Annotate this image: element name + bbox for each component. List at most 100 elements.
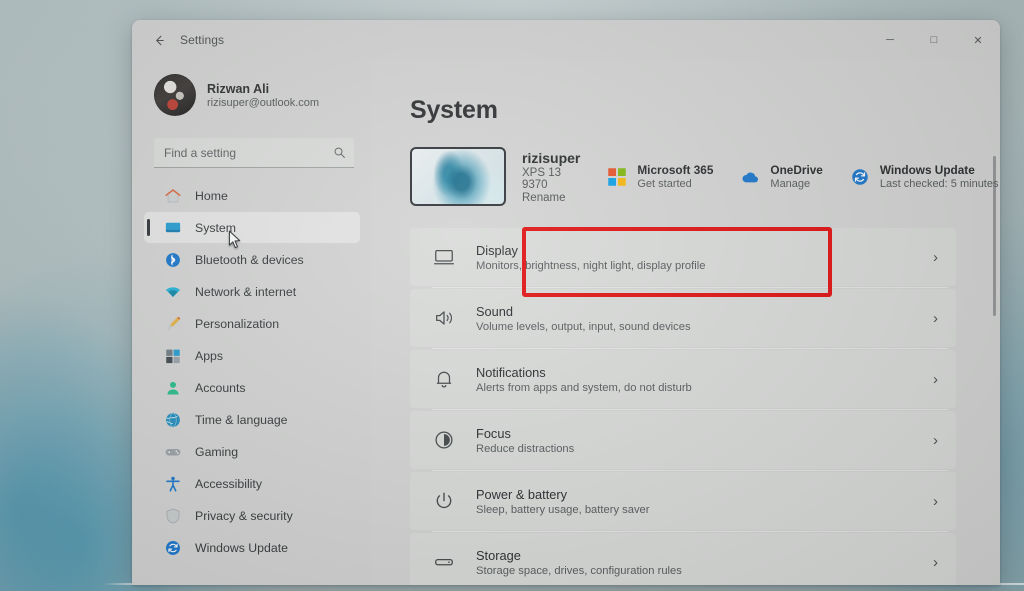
search-container bbox=[132, 122, 370, 168]
sidebar-item-label: Time & language bbox=[195, 412, 288, 427]
setting-row-text: Focus Reduce distractions bbox=[476, 426, 574, 455]
quick-link-text: Windows Update Last checked: 5 minutes a… bbox=[880, 163, 1000, 190]
account-name: Rizwan Ali bbox=[207, 81, 270, 96]
sidebar-item-label: Apps bbox=[195, 348, 224, 363]
setting-row-title: Display bbox=[476, 242, 518, 258]
setting-row-subtitle: Alerts from apps and system, do not dist… bbox=[476, 381, 692, 394]
quick-link-onedrive[interactable]: OneDrive Manage bbox=[739, 163, 823, 190]
sidebar: Rizwan Ali rizisuper@outlook.com Find a … bbox=[132, 60, 370, 585]
globe-icon bbox=[164, 411, 182, 429]
windows-update-icon bbox=[849, 166, 871, 188]
storage-icon bbox=[432, 550, 456, 574]
settings-window: Settings ─ □ ✕ Rizwan Ali rizisuper@outl… bbox=[132, 20, 1000, 585]
display-icon bbox=[432, 245, 456, 269]
home-icon bbox=[164, 187, 182, 205]
sidebar-item-label: System bbox=[195, 220, 236, 235]
sidebar-item-label: Privacy & security bbox=[195, 508, 293, 523]
paintbrush-icon bbox=[164, 315, 182, 333]
chevron-right-icon: › bbox=[933, 492, 938, 510]
setting-row-text: Display Monitors, brightness, night ligh… bbox=[476, 243, 705, 272]
power-icon bbox=[432, 489, 456, 513]
setting-row-title: Storage bbox=[476, 547, 521, 563]
quick-link-windows-update[interactable]: Windows Update Last checked: 5 minutes a… bbox=[849, 163, 1000, 190]
bell-icon bbox=[432, 367, 456, 391]
window-title: Settings bbox=[180, 33, 225, 47]
chevron-right-icon: › bbox=[933, 309, 938, 327]
avatar bbox=[154, 74, 196, 116]
maximize-button[interactable]: □ bbox=[912, 20, 956, 60]
chevron-right-icon: › bbox=[933, 431, 938, 449]
sidebar-item-bluetooth-devices[interactable]: Bluetooth & devices bbox=[144, 244, 360, 275]
quick-link-title: Microsoft 365 bbox=[637, 163, 714, 177]
content-pane: System rizisuper XPS 13 9370 Rename Micr… bbox=[370, 60, 1000, 585]
sidebar-item-label: Home bbox=[195, 188, 228, 203]
quick-link-text: Microsoft 365 Get started bbox=[637, 163, 713, 190]
bluetooth-icon bbox=[164, 251, 182, 269]
sidebar-item-label: Gaming bbox=[195, 444, 239, 459]
setting-row-subtitle: Sleep, battery usage, battery saver bbox=[476, 503, 650, 516]
setting-row-text: Power & battery Sleep, battery usage, ba… bbox=[476, 487, 650, 516]
window-controls: ─ □ ✕ bbox=[868, 20, 1000, 60]
sidebar-item-time-language[interactable]: Time & language bbox=[144, 404, 360, 435]
sidebar-item-personalization[interactable]: Personalization bbox=[144, 308, 360, 339]
setting-row-title: Power & battery bbox=[476, 486, 568, 502]
setting-row-subtitle: Volume levels, output, input, sound devi… bbox=[476, 320, 691, 333]
chevron-right-icon: › bbox=[933, 370, 938, 388]
setting-row-storage[interactable]: Storage Storage space, drives, configura… bbox=[410, 533, 956, 585]
accessibility-icon bbox=[164, 475, 182, 493]
search-icon bbox=[333, 146, 346, 159]
search-box[interactable] bbox=[154, 138, 354, 168]
sound-icon bbox=[432, 306, 456, 330]
sidebar-item-apps[interactable]: Apps bbox=[144, 340, 360, 371]
window-body: Rizwan Ali rizisuper@outlook.com Find a … bbox=[132, 60, 1000, 585]
close-button[interactable]: ✕ bbox=[956, 20, 1000, 60]
setting-row-title: Notifications bbox=[476, 364, 546, 380]
microsoft-365-icon bbox=[606, 166, 628, 188]
device-name: rizisuper bbox=[522, 149, 581, 166]
quick-link-text: OneDrive Manage bbox=[770, 163, 822, 190]
sidebar-item-accessibility[interactable]: Accessibility bbox=[144, 468, 360, 499]
back-arrow-icon[interactable] bbox=[144, 27, 174, 53]
sidebar-item-system[interactable]: System bbox=[144, 212, 360, 243]
setting-row-subtitle: Monitors, brightness, night light, displ… bbox=[476, 259, 706, 272]
account-card[interactable]: Rizwan Ali rizisuper@outlook.com bbox=[132, 60, 370, 122]
setting-row-display[interactable]: Display Monitors, brightness, night ligh… bbox=[410, 228, 956, 288]
sidebar-item-network-internet[interactable]: Network & internet bbox=[144, 276, 360, 307]
quick-link-microsoft-365[interactable]: Microsoft 365 Get started bbox=[606, 163, 713, 190]
sidebar-item-gaming[interactable]: Gaming bbox=[144, 436, 360, 467]
device-thumbnail bbox=[410, 147, 506, 206]
sidebar-item-label: Accounts bbox=[195, 380, 246, 395]
shield-icon bbox=[164, 507, 182, 525]
content-inner: System rizisuper XPS 13 9370 Rename Micr… bbox=[370, 60, 1000, 585]
sidebar-item-privacy-security[interactable]: Privacy & security bbox=[144, 500, 360, 531]
quick-link-subtitle: Manage bbox=[770, 178, 811, 190]
scrollbar-thumb[interactable] bbox=[993, 156, 996, 316]
account-email: rizisuper@outlook.com bbox=[207, 96, 320, 109]
sidebar-item-windows-update[interactable]: Windows Update bbox=[144, 532, 360, 563]
setting-row-focus[interactable]: Focus Reduce distractions › bbox=[410, 411, 956, 471]
setting-row-subtitle: Reduce distractions bbox=[476, 442, 575, 455]
minimize-button[interactable]: ─ bbox=[868, 20, 912, 60]
scrollbar[interactable] bbox=[993, 106, 997, 577]
sidebar-item-label: Personalization bbox=[195, 316, 280, 331]
device-info: rizisuper XPS 13 9370 Rename bbox=[522, 150, 580, 204]
rename-link[interactable]: Rename bbox=[522, 192, 580, 204]
sidebar-item-accounts[interactable]: Accounts bbox=[144, 372, 360, 403]
chevron-right-icon: › bbox=[933, 248, 938, 266]
sidebar-item-label: Accessibility bbox=[195, 476, 262, 491]
quick-link-title: Windows Update bbox=[879, 163, 975, 177]
setting-row-title: Sound bbox=[476, 303, 514, 319]
accounts-icon bbox=[164, 379, 182, 397]
sidebar-item-home[interactable]: Home bbox=[144, 180, 360, 211]
gamepad-icon bbox=[164, 443, 182, 461]
system-icon bbox=[164, 219, 182, 237]
focus-icon bbox=[432, 428, 456, 452]
sidebar-item-label: Bluetooth & devices bbox=[195, 252, 304, 267]
setting-row-power-battery[interactable]: Power & battery Sleep, battery usage, ba… bbox=[410, 472, 956, 532]
setting-row-notifications[interactable]: Notifications Alerts from apps and syste… bbox=[410, 350, 956, 410]
chevron-right-icon: › bbox=[933, 553, 938, 571]
windows-update-icon bbox=[164, 539, 182, 557]
search-input[interactable] bbox=[164, 145, 333, 160]
setting-row-sound[interactable]: Sound Volume levels, output, input, soun… bbox=[410, 289, 956, 349]
setting-row-subtitle: Storage space, drives, configuration rul… bbox=[476, 564, 682, 577]
